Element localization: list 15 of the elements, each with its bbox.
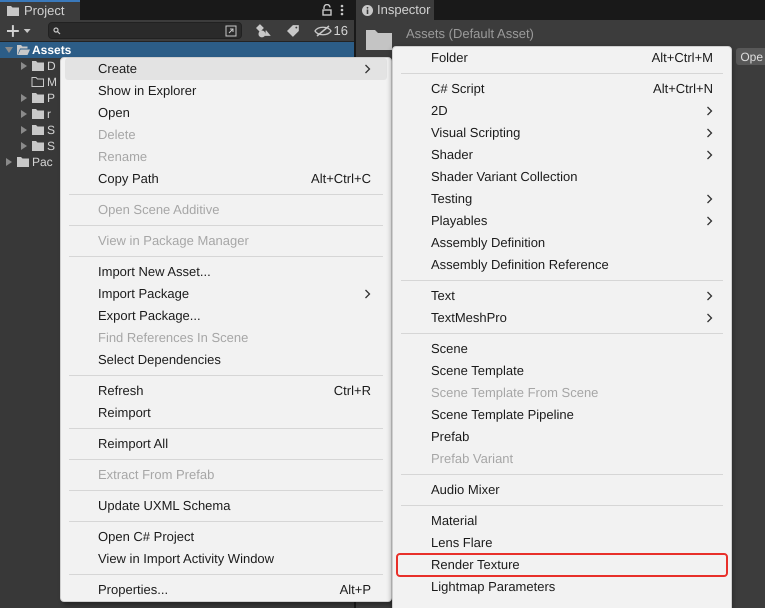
shortcut-label: Alt+Ctrl+M <box>652 49 713 68</box>
asset-title: Assets (Default Asset) <box>406 25 534 43</box>
tree-label: S <box>47 139 56 153</box>
shortcut-label: Alt+Ctrl+N <box>653 80 713 98</box>
tree-label: Pac <box>32 155 53 169</box>
shortcut-label: Ctrl+R <box>334 382 371 400</box>
tree-label: Assets <box>32 43 72 57</box>
tree-label: D <box>47 59 56 73</box>
hidden-count: 16 <box>334 22 348 40</box>
tree-label: M <box>47 75 57 89</box>
shortcut-label: Alt+Ctrl+C <box>311 170 371 188</box>
tree-label: r <box>47 107 51 121</box>
tree-label: S <box>47 123 56 137</box>
tree-label: P <box>47 91 56 105</box>
shortcut-label: Alt+P <box>340 581 371 600</box>
